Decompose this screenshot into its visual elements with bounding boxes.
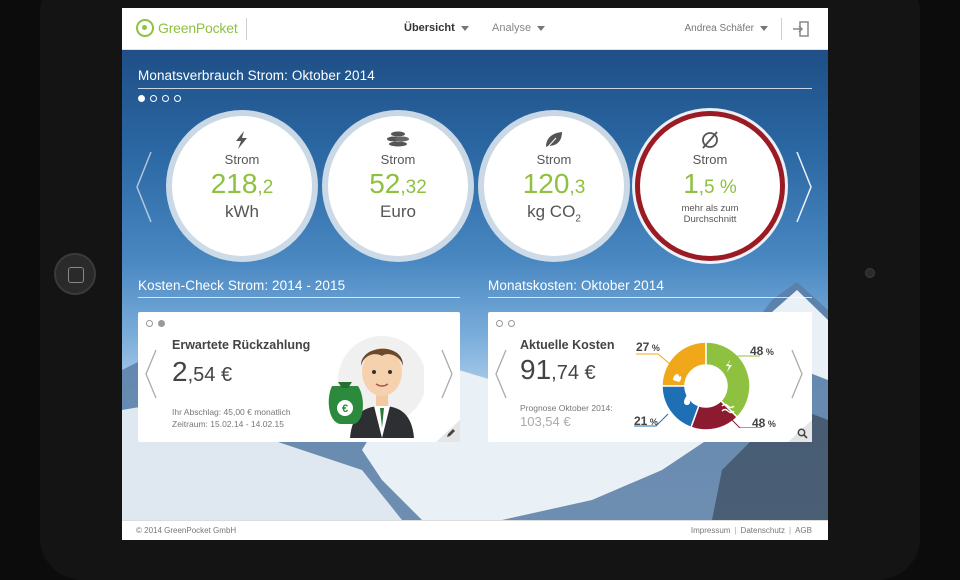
pager-dot[interactable] (150, 95, 157, 102)
coins-icon (387, 131, 409, 147)
logo-mark-icon (136, 19, 154, 37)
monthly-cost-card[interactable]: Aktuelle Kosten 91,74 € Prognose Oktober… (488, 312, 812, 442)
chevron-left-icon[interactable] (494, 348, 508, 400)
tile-label: Strom (224, 152, 260, 167)
magnifier-icon[interactable] (797, 428, 808, 439)
consumption-tile-euro[interactable]: Strom 52,32 Euro (328, 116, 468, 256)
tile-label: Strom (536, 152, 572, 167)
nav-uebersicht-label: Übersicht (404, 22, 455, 34)
card-title: Erwartete Rückzahlung (172, 338, 311, 352)
tile-unit: kg CO2 (527, 202, 581, 225)
footer-link-datenschutz[interactable]: Datenschutz (741, 526, 785, 535)
tile-label: Strom (380, 152, 416, 167)
average-icon (702, 131, 718, 149)
chevron-down-icon (460, 25, 469, 31)
tile-value: 218,2 (210, 168, 274, 199)
chevron-down-icon (537, 25, 546, 31)
chevron-right-icon[interactable] (794, 150, 814, 224)
businessman-illustration: € (328, 336, 424, 438)
divider (781, 18, 782, 40)
footer-link-impressum[interactable]: Impressum (691, 526, 731, 535)
tile-label: Strom (692, 152, 728, 167)
brand-logo[interactable]: GreenPocket (136, 19, 238, 37)
user-menu[interactable]: Andrea Schäfer (684, 23, 768, 34)
chevron-left-icon[interactable] (134, 150, 154, 224)
chevron-right-icon[interactable] (790, 348, 804, 400)
cost-check-title: Kosten-Check Strom: 2014 - 2015 (138, 278, 346, 293)
pencil-icon[interactable] (445, 428, 456, 439)
card-pager[interactable] (496, 320, 515, 327)
forecast-value: 103,54 € (520, 414, 571, 429)
overview-title: Monatsverbrauch Strom: Oktober 2014 (138, 68, 375, 83)
card-note: Ihr Abschlag: 45,00 € monatlich Zeitraum… (172, 407, 291, 429)
consumption-tile-co2[interactable]: Strom 120,3 kg CO2 (484, 116, 624, 256)
cost-check-divider (138, 297, 460, 298)
tile-note: mehr als zum Durchschnitt (681, 203, 739, 225)
current-cost-value: 91,74 € (520, 354, 596, 385)
app-screen: GreenPocket Übersicht Analyse Andrea Sch… (122, 8, 828, 540)
footer-links: Impressum | Datenschutz | AGB (691, 526, 812, 535)
user-name: Andrea Schäfer (684, 23, 755, 34)
divider (246, 18, 247, 40)
forecast-label: Prognose Oktober 2014: (520, 403, 613, 413)
overview-divider (138, 88, 812, 89)
page-footer: © 2014 GreenPocket GmbH Impressum | Date… (122, 520, 828, 540)
footer-link-agb[interactable]: AGB (795, 526, 812, 535)
pager-dot[interactable] (174, 95, 181, 102)
brand-name: GreenPocket (158, 20, 238, 36)
pager-dot[interactable] (496, 320, 503, 327)
nav-analyse[interactable]: Analyse (492, 22, 546, 34)
tile-unit: kWh (225, 202, 259, 221)
leader-lines (634, 353, 762, 428)
svg-text:€: € (342, 403, 348, 415)
consumption-tile-kwh[interactable]: Strom 218,2 kWh (172, 116, 312, 256)
refund-value: 2,54 € (172, 356, 233, 387)
chevron-down-icon (760, 26, 768, 31)
monthly-cost-divider (488, 297, 812, 298)
lightning-icon (236, 131, 247, 149)
tile-value: 120,3 (522, 168, 586, 199)
card-pager[interactable] (146, 320, 165, 327)
chevron-left-icon[interactable] (144, 348, 158, 400)
tile-unit: Euro (380, 202, 416, 221)
card-title: Aktuelle Kosten (520, 338, 615, 352)
pager-dot[interactable] (508, 320, 515, 327)
chevron-right-icon[interactable] (440, 348, 454, 400)
overview-pager[interactable] (138, 95, 181, 102)
separator: | (789, 526, 792, 535)
camera (865, 268, 875, 278)
home-button[interactable] (54, 253, 96, 295)
tile-value: 1,5 % (683, 168, 737, 199)
cost-check-card[interactable]: Erwartete Rückzahlung 2,54 € Ihr Abschla… (138, 312, 460, 442)
logout-icon[interactable] (792, 20, 810, 38)
pager-dot[interactable] (162, 95, 169, 102)
pager-dot[interactable] (138, 95, 145, 102)
pager-dot[interactable] (146, 320, 153, 327)
copyright: © 2014 GreenPocket GmbH (136, 526, 237, 535)
leaf-icon (545, 132, 562, 150)
top-navigation: GreenPocket Übersicht Analyse Andrea Sch… (122, 8, 828, 50)
separator: | (734, 526, 737, 535)
nav-uebersicht[interactable]: Übersicht (404, 22, 469, 34)
nav-analyse-label: Analyse (492, 22, 532, 34)
tile-value: 52,32 (369, 168, 427, 199)
monthly-cost-title: Monatskosten: Oktober 2014 (488, 278, 664, 293)
pager-dot[interactable] (158, 320, 165, 327)
consumption-tile-average[interactable]: Strom 1,5 % mehr als zum Durchschnitt (640, 116, 780, 256)
